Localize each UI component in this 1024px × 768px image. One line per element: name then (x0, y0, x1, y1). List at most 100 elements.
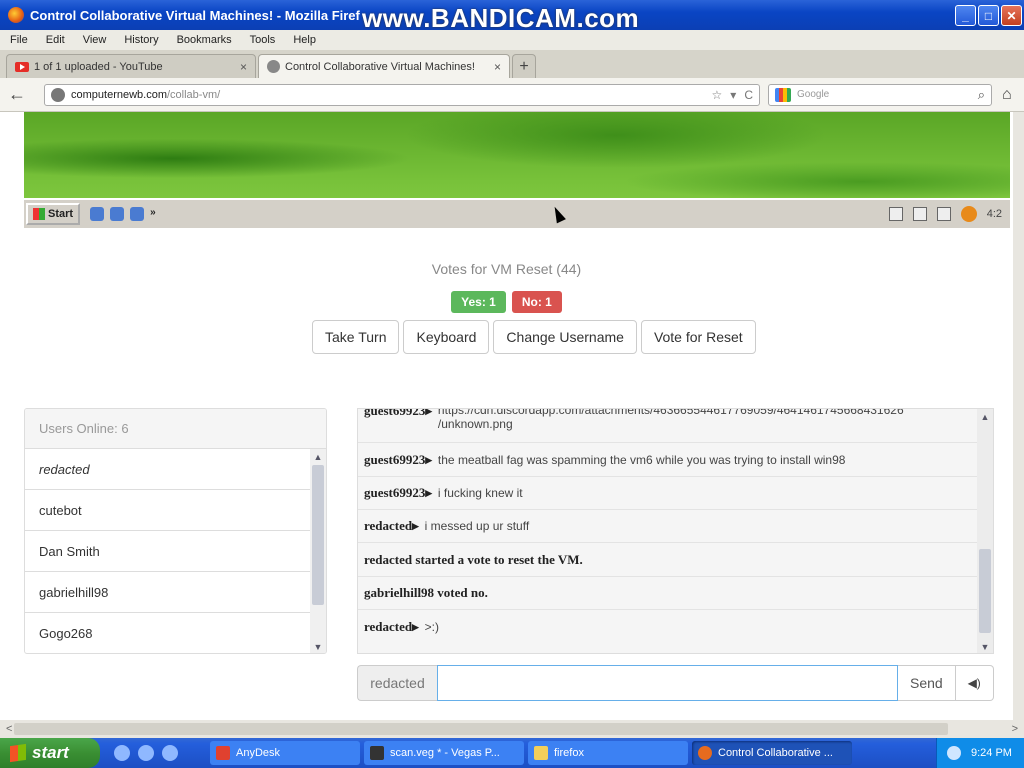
vm-start-button[interactable]: Start (26, 203, 81, 225)
user-item[interactable]: redacted (25, 449, 311, 490)
history-dropdown-icon[interactable]: ▾ (730, 88, 736, 102)
site-identity-icon[interactable] (51, 87, 65, 102)
chat-input-row: redacted Send ◀) (357, 665, 994, 701)
youtube-icon (15, 61, 29, 72)
taskbar-item-anydesk[interactable]: AnyDesk (210, 741, 360, 765)
tool-icon[interactable] (888, 207, 903, 221)
take-turn-button[interactable]: Take Turn (312, 320, 400, 354)
user-item[interactable]: Gogo268 (25, 613, 311, 653)
menu-view[interactable]: View (83, 34, 107, 46)
search-icon[interactable] (960, 206, 977, 222)
firefox-icon (698, 746, 712, 760)
scroll-down-icon[interactable]: ▼ (312, 641, 324, 653)
bookmark-star-icon[interactable]: ☆ (712, 88, 723, 102)
vm-action-buttons: Take Turn Keyboard Change Username Vote … (312, 320, 756, 354)
keyboard-button[interactable]: Keyboard (403, 320, 490, 354)
send-button[interactable]: Send (898, 665, 956, 701)
speaker-icon[interactable]: ◀) (955, 665, 994, 701)
chat-username: guest69923▸ (364, 485, 432, 500)
close-button[interactable]: ✕ (1001, 5, 1022, 26)
more-icon[interactable]: » (150, 207, 156, 221)
no-votes-badge: No: 1 (511, 291, 562, 313)
chrome-icon[interactable] (130, 207, 145, 221)
taskbar-item-firefox-folder[interactable]: firefox (528, 741, 688, 765)
scrollbar-thumb[interactable] (14, 723, 948, 735)
media-icon[interactable] (162, 745, 178, 761)
scroll-up-icon[interactable]: ▲ (979, 411, 991, 423)
anydesk-icon (216, 746, 230, 760)
ie-icon[interactable] (138, 745, 154, 761)
menu-history[interactable]: History (124, 34, 158, 46)
system-tray: 9:24 PM (936, 738, 1024, 768)
navigation-bar: ← computernewb.com /collab-vm/ ☆ ▾ C Goo… (0, 78, 1024, 112)
desktop-icon[interactable] (110, 207, 125, 221)
chat-scrollbar[interactable]: ▲ ▼ (977, 409, 993, 653)
user-item[interactable]: cutebot (25, 490, 311, 531)
monitor-icon[interactable] (912, 207, 927, 221)
scrollbar-thumb[interactable] (312, 465, 324, 605)
chat-username-label: redacted (357, 665, 437, 701)
vm-quick-launch: » (90, 207, 156, 221)
user-item[interactable]: Dan Smith (25, 531, 311, 572)
taskbar-item-vegas[interactable]: scan.veg * - Vegas P... (364, 741, 524, 765)
tab-close-icon[interactable]: × (486, 60, 501, 74)
chat-text: i fucking knew it (437, 486, 523, 500)
maximize-button[interactable]: □ (978, 5, 999, 26)
scroll-up-icon[interactable]: ▲ (312, 451, 324, 463)
quick-launch (100, 745, 206, 761)
menu-tools[interactable]: Tools (250, 34, 276, 46)
help-icon[interactable] (936, 207, 951, 221)
change-username-button[interactable]: Change Username (493, 320, 637, 354)
tab-collab-vm[interactable]: Control Collaborative Virtual Machines! … (258, 54, 510, 78)
chat-username: guest69923▸ (364, 408, 432, 418)
chat-username: redacted▸ (364, 518, 419, 533)
folder-icon (534, 746, 548, 760)
taskbar-item-label: firefox (554, 747, 584, 759)
users-panel: Users Online: 6 redacted cutebot Dan Smi… (24, 408, 327, 654)
vote-for-reset-button[interactable]: Vote for Reset (640, 320, 756, 354)
user-item[interactable]: gabrielhill98 (25, 572, 311, 613)
scrollbar-thumb[interactable] (979, 549, 991, 633)
start-button[interactable]: start (0, 738, 100, 768)
chat-message: redacted▸ i messed up ur stuff (358, 510, 978, 543)
scroll-right-icon[interactable]: > (1012, 723, 1018, 735)
page-vertical-scrollbar[interactable] (1013, 112, 1024, 720)
search-placeholder: Google (797, 89, 830, 100)
chat-message: redacted▸ >:) (358, 610, 978, 643)
minimize-button[interactable]: _ (955, 5, 976, 26)
chat-system-message: gabrielhill98 voted no. (358, 577, 978, 610)
menu-edit[interactable]: Edit (46, 34, 65, 46)
yes-votes-badge: Yes: 1 (451, 291, 506, 313)
url-host: computernewb.com (71, 88, 167, 101)
ie-icon[interactable] (90, 207, 105, 221)
home-button[interactable]: ⌂ (1002, 86, 1012, 104)
reload-icon[interactable]: C (744, 88, 753, 102)
network-icon[interactable] (947, 746, 961, 760)
chat-username: redacted▸ (364, 618, 419, 634)
tab-close-icon[interactable]: × (232, 60, 247, 74)
google-icon[interactable] (775, 87, 791, 102)
chat-text: >:) (424, 619, 440, 634)
menu-help[interactable]: Help (293, 34, 316, 46)
taskbar-item-label: scan.veg * - Vegas P... (390, 747, 500, 759)
scroll-left-icon[interactable]: < (6, 723, 12, 735)
page-horizontal-scrollbar[interactable]: < > (0, 720, 1024, 738)
new-tab-button[interactable]: + (512, 54, 536, 78)
vm-taskbar[interactable]: Start » 4:2 (24, 198, 1010, 228)
scroll-down-icon[interactable]: ▼ (979, 641, 991, 653)
window-controls: _ □ ✕ (955, 5, 1022, 26)
menu-file[interactable]: File (10, 34, 28, 46)
menu-bookmarks[interactable]: Bookmarks (177, 34, 232, 46)
explorer-icon[interactable] (114, 745, 130, 761)
url-bar[interactable]: computernewb.com /collab-vm/ ☆ ▾ C (44, 83, 760, 106)
url-path: /collab-vm/ (167, 88, 221, 101)
users-scrollbar[interactable]: ▲ ▼ (310, 449, 326, 653)
windows-taskbar: start AnyDesk scan.veg * - Vegas P... fi… (0, 738, 1024, 768)
back-button[interactable]: ← (8, 84, 34, 105)
search-icon[interactable]: ⌕ (978, 87, 985, 103)
taskbar-item-collab-vm[interactable]: Control Collaborative ... (692, 741, 852, 765)
windows-logo-icon (33, 208, 45, 220)
chat-message-input[interactable] (437, 665, 898, 701)
tab-youtube[interactable]: 1 of 1 uploaded - YouTube × (6, 54, 256, 78)
search-bar[interactable]: Google ⌕ (768, 83, 992, 106)
